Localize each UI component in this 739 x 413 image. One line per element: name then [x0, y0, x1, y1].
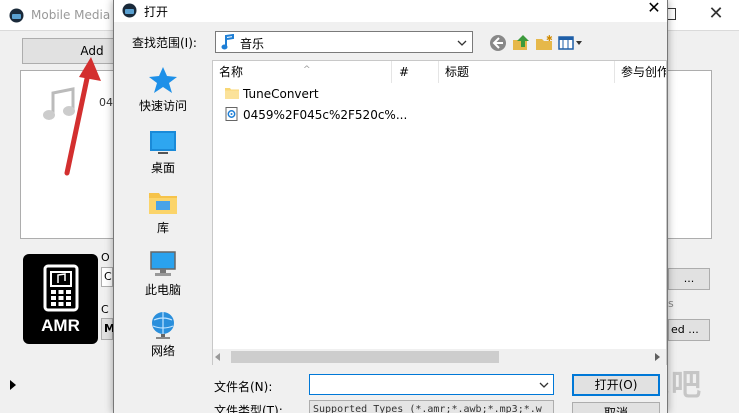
bg-browse-button[interactable]: ... — [668, 268, 710, 290]
places-bar: 快速访问 桌面 库 此电脑 网络 — [115, 60, 211, 400]
quick-access-icon — [149, 67, 177, 93]
file-row-audio[interactable]: 0459%2F045c%2F520c%... — [221, 105, 407, 125]
column-header-label: 名称 — [219, 65, 244, 79]
folder-icon — [225, 88, 239, 99]
place-network[interactable]: 网络 — [115, 310, 211, 370]
column-header-title[interactable]: 标题 — [439, 61, 615, 83]
place-label: 桌面 — [150, 161, 175, 175]
place-label: 库 — [156, 221, 169, 235]
bg-output-field[interactable]: C — [101, 267, 113, 287]
bg-side-text: s — [668, 297, 674, 310]
column-header-name[interactable]: 名称 ^ — [213, 61, 392, 83]
expander-arrow-icon[interactable] — [10, 380, 16, 390]
red-arrow-annotation — [64, 57, 101, 176]
look-in-value: 音乐 — [240, 37, 265, 51]
phone-icon — [43, 264, 79, 312]
column-header-contributors[interactable]: 参与创作 — [615, 61, 666, 83]
chevron-down-icon[interactable] — [538, 379, 550, 391]
view-menu-icon[interactable] — [558, 34, 584, 52]
place-desktop[interactable]: 桌面 — [115, 127, 211, 187]
bg-app-title: Mobile Media — [31, 8, 111, 22]
place-quick-access[interactable]: 快速访问 — [115, 65, 211, 125]
file-list[interactable]: 名称 ^ # 标题 参与创作 TuneConvert 0459%2F045c%2… — [212, 60, 667, 365]
library-icon — [149, 193, 177, 214]
place-label: 网络 — [150, 344, 175, 358]
open-button[interactable]: 打开(O) — [572, 374, 660, 396]
bg-convert-field[interactable]: M — [101, 318, 115, 340]
file-name: 0459%2F045c%2F520c%... — [243, 108, 408, 122]
sort-ascending-icon: ^ — [303, 65, 311, 75]
file-type-label: 文件类型(T): — [214, 404, 283, 413]
chevron-down-icon — [457, 40, 467, 46]
file-name: TuneConvert — [243, 87, 319, 101]
bg-convert-label: C — [101, 303, 109, 316]
file-name-label: 文件名(N): — [214, 380, 273, 394]
amr-format-icon: AMR — [23, 254, 98, 344]
place-label: 快速访问 — [138, 99, 187, 113]
dialog-title-bar: 打开 ✕ — [114, 0, 667, 22]
bg-output-label: O — [101, 251, 110, 264]
file-row-folder[interactable]: TuneConvert — [221, 84, 401, 104]
dialog-close-icon[interactable]: ✕ — [642, 0, 666, 18]
app-icon — [9, 8, 24, 23]
amr-label: AMR — [41, 316, 80, 335]
cancel-button[interactable]: 取消 — [572, 402, 660, 413]
svg-text:✱: ✱ — [546, 34, 553, 43]
place-label: 此电脑 — [144, 283, 181, 297]
network-icon — [152, 312, 174, 339]
computer-icon — [150, 251, 176, 276]
new-folder-icon[interactable]: ✱ — [535, 34, 553, 52]
dialog-title: 打开 — [144, 5, 169, 19]
up-folder-icon[interactable] — [512, 34, 530, 52]
place-this-pc[interactable]: 此电脑 — [115, 249, 211, 309]
music-folder-icon — [221, 34, 234, 50]
bg-ed-button[interactable]: ed ... — [668, 319, 710, 341]
scroll-left-icon[interactable] — [215, 353, 220, 361]
file-name-input[interactable] — [309, 374, 554, 395]
horizontal-scrollbar[interactable] — [213, 349, 666, 365]
bg-close-icon[interactable]: ✕ — [704, 4, 728, 24]
look-in-label: 查找范围(I): — [132, 36, 197, 50]
scroll-right-icon[interactable] — [655, 353, 660, 361]
back-icon[interactable] — [489, 34, 507, 52]
place-library[interactable]: 库 — [115, 187, 211, 247]
audio-file-icon — [225, 107, 238, 121]
open-file-dialog: 打开 ✕ 查找范围(I): 音乐 ✱ 快速访问 桌面 库 此电脑 网络 名称 ^… — [113, 0, 668, 413]
look-in-dropdown[interactable]: 音乐 — [215, 31, 473, 53]
desktop-icon — [150, 131, 176, 154]
column-header-number[interactable]: # — [393, 61, 439, 83]
scrollbar-thumb[interactable] — [231, 351, 499, 363]
file-type-dropdown[interactable]: Supported Types (*.amr;*.awb;*.mp3;*.w — [309, 400, 554, 413]
dialog-app-icon — [122, 3, 137, 18]
bg-file-list-right — [668, 70, 712, 239]
